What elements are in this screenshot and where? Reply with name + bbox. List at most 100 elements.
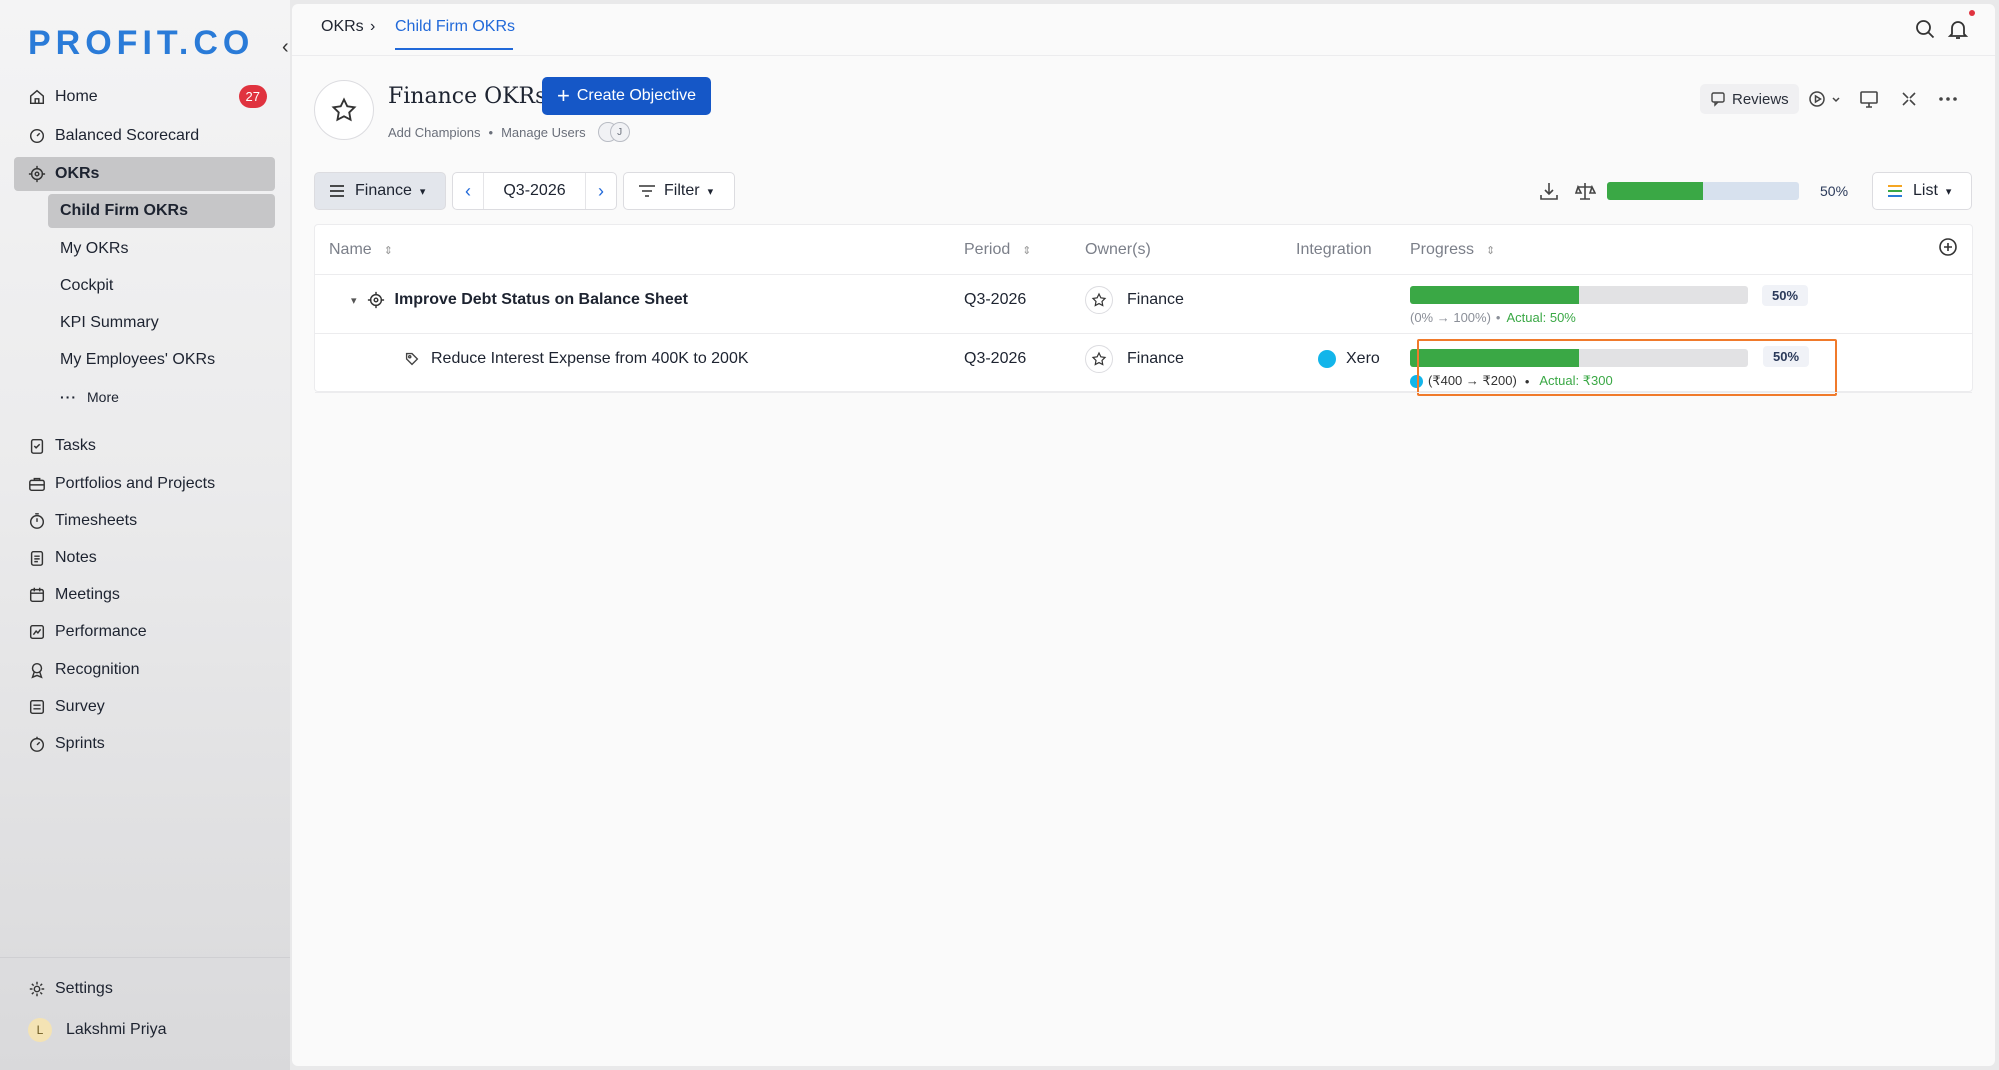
sidebar-divider — [0, 957, 290, 958]
okr-table: Name ⇕ Period ⇕ Owner(s) Integration Progr… — [314, 224, 1973, 396]
sidebar-item-label: Portfolios and Projects — [55, 475, 216, 492]
balance-scale-icon[interactable] — [1574, 180, 1597, 202]
sidebar-item-tasks[interactable]: Tasks — [14, 429, 275, 463]
row-progress-fill — [1410, 286, 1579, 304]
column-label: Name — [329, 241, 372, 258]
sidebar-subitem-child-firm-okrs[interactable]: Child Firm OKRs — [48, 194, 275, 228]
add-champions-link[interactable]: Add Champions — [388, 125, 481, 140]
sidebar-item-performance[interactable]: Performance — [14, 615, 275, 649]
header-sub-links: Add Champions • Manage Users J — [388, 122, 630, 142]
collapse-arrows-icon[interactable] — [1898, 88, 1920, 110]
key-result-icon — [405, 352, 419, 366]
favorite-star-icon[interactable] — [314, 80, 374, 140]
reviews-label: Reviews — [1732, 90, 1789, 108]
period-selector: ‹ Q3-2026 › — [452, 172, 617, 210]
breadcrumb-okrs[interactable]: OKRs — [321, 18, 364, 36]
progress-range: (0% → 100%) — [1410, 310, 1491, 325]
create-objective-button[interactable]: + Create Objective — [542, 77, 712, 115]
row-progress-note: (0% → 100%) • Actual: 50% — [1410, 310, 1576, 325]
column-header-period[interactable]: Period ⇕ — [964, 241, 1031, 259]
comment-icon — [1711, 92, 1725, 107]
sidebar-item-home[interactable]: Home 27 — [14, 80, 275, 114]
sidebar-item-label: Balanced Scorecard — [55, 127, 200, 144]
presentation-icon[interactable] — [1858, 88, 1880, 110]
row-integration[interactable]: Xero — [1318, 346, 1380, 372]
more-options-icon[interactable] — [1937, 88, 1959, 110]
play-dropdown-icon[interactable] — [1808, 88, 1840, 110]
previous-period-icon[interactable]: ‹ — [453, 173, 483, 209]
sidebar-item-balanced-scorecard[interactable]: Balanced Scorecard — [14, 119, 275, 153]
breadcrumb-current[interactable]: Child Firm OKRs — [395, 18, 515, 36]
sidebar-subitem-kpi-summary[interactable]: KPI Summary — [48, 306, 275, 340]
survey-icon — [28, 698, 46, 716]
target-icon — [28, 165, 46, 183]
sidebar-item-timesheets[interactable]: Timesheets — [14, 504, 275, 538]
manage-users-link[interactable]: Manage Users — [501, 125, 586, 140]
sprint-icon — [28, 735, 46, 753]
column-header-name[interactable]: Name ⇕ — [329, 241, 393, 259]
filter-button[interactable]: Filter ▾ — [623, 172, 735, 210]
dot-separator: • — [488, 124, 494, 140]
home-icon — [28, 88, 46, 106]
team-selector[interactable]: Finance ▾ — [314, 172, 446, 210]
chart-icon — [28, 623, 46, 641]
table-row-objective[interactable]: ▾ Improve Debt Status on Balance Sheet — [351, 287, 688, 313]
sidebar-item-settings[interactable]: Settings — [14, 972, 275, 1006]
sidebar-item-survey[interactable]: Survey — [14, 690, 275, 724]
sidebar-item-okrs[interactable]: OKRs — [14, 157, 275, 191]
download-icon[interactable] — [1538, 180, 1560, 202]
objective-name: Improve Debt Status on Balance Sheet — [394, 291, 688, 308]
sidebar-item-label: More — [87, 389, 119, 405]
sidebar-item-notes[interactable]: Notes — [14, 541, 275, 575]
overall-progress-value: 50% — [1820, 183, 1849, 199]
add-column-icon[interactable] — [1938, 237, 1958, 257]
star-icon — [1085, 345, 1113, 373]
sidebar-item-meetings[interactable]: Meetings — [14, 578, 275, 612]
expand-chevron-icon[interactable]: ▾ — [351, 294, 357, 307]
view-label: List — [1913, 182, 1938, 199]
sidebar-item-label: Home — [55, 88, 98, 105]
row-owner: Finance — [1085, 344, 1184, 374]
user-avatars[interactable]: J — [597, 122, 630, 142]
column-label: Period — [964, 241, 1011, 258]
view-selector[interactable]: List ▾ — [1872, 172, 1972, 210]
profit-co-logo[interactable]: PROFIT.CO — [28, 24, 254, 63]
tasks-icon — [28, 437, 46, 455]
sort-icon: ⇕ — [383, 244, 393, 257]
search-icon[interactable] — [1914, 18, 1936, 40]
collapse-sidebar-icon[interactable]: ‹ — [282, 36, 289, 59]
sort-icon: ⇕ — [1486, 244, 1496, 257]
sidebar-subitem-my-employees-okrs[interactable]: My Employees' OKRs — [48, 343, 275, 377]
star-icon — [1085, 286, 1113, 314]
calendar-icon — [28, 586, 46, 604]
sidebar-subitem-more[interactable]: ··· More — [48, 380, 275, 414]
sidebar-item-label: Tasks — [55, 437, 96, 454]
overall-progress-fill — [1607, 182, 1703, 200]
briefcase-icon — [28, 475, 46, 493]
bell-icon[interactable] — [1947, 18, 1969, 40]
column-header-progress[interactable]: Progress ⇕ — [1410, 241, 1495, 259]
filter-label: Filter — [664, 182, 700, 199]
table-row-key-result[interactable]: Reduce Interest Expense from 400K to 200… — [403, 346, 749, 372]
chevron-down-icon: ▾ — [707, 185, 714, 198]
sidebar-item-sprints[interactable]: Sprints — [14, 727, 275, 761]
sidebar-item-recognition[interactable]: Recognition — [14, 653, 275, 687]
integration-name: Xero — [1346, 350, 1380, 367]
reviews-button[interactable]: Reviews — [1700, 84, 1799, 114]
row-divider — [315, 392, 1972, 393]
scorecard-icon — [28, 127, 46, 145]
sidebar-subitem-cockpit[interactable]: Cockpit — [48, 269, 275, 303]
team-label: Finance — [355, 182, 412, 199]
user-profile[interactable]: L Lakshmi Priya — [14, 1013, 275, 1047]
period-label[interactable]: Q3-2026 — [483, 173, 586, 209]
plus-icon: + — [557, 83, 570, 108]
next-period-icon[interactable]: › — [586, 173, 616, 209]
sidebar-item-label: OKRs — [55, 165, 100, 182]
list-view-icon — [1888, 185, 1902, 197]
highlighted-progress-cell[interactable] — [1417, 339, 1837, 396]
target-icon — [367, 291, 384, 309]
sidebar-item-portfolios[interactable]: Portfolios and Projects — [14, 467, 275, 501]
sidebar-subitem-my-okrs[interactable]: My OKRs — [48, 232, 275, 266]
page-title: Finance OKRs — [388, 84, 547, 109]
row-progress-value: 50% — [1762, 285, 1809, 306]
